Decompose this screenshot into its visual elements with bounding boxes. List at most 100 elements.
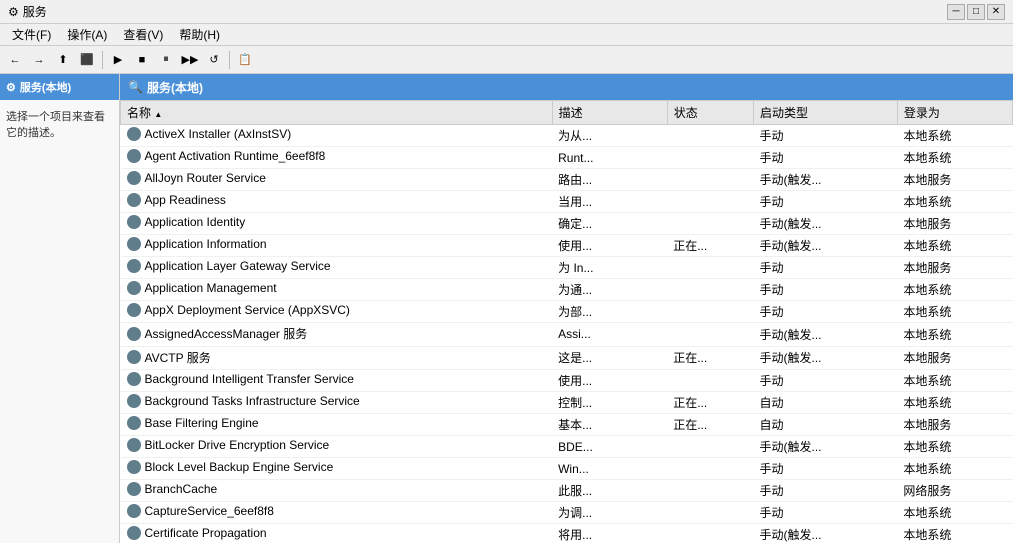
service-startup-cell: 手动 <box>754 502 898 524</box>
col-header-name[interactable]: 名称 ▲ <box>121 101 553 125</box>
service-desc-cell: 为 In... <box>552 257 667 279</box>
services-table-container[interactable]: 名称 ▲ 描述 状态 启动类型 登录为 ActiveX Installer (A… <box>120 100 1013 543</box>
service-status-cell <box>667 524 753 543</box>
service-login-cell: 本地系统 <box>897 301 1012 323</box>
up-button[interactable]: ⬆ <box>52 49 74 71</box>
show-hide-button[interactable]: ⬛ <box>76 49 98 71</box>
service-startup-cell: 手动(触发... <box>754 346 898 370</box>
service-desc-cell: 控制... <box>552 392 667 414</box>
service-status-cell <box>667 458 753 480</box>
properties-button[interactable]: 📋 <box>234 49 256 71</box>
service-icon <box>127 171 141 185</box>
service-login-cell: 本地系统 <box>897 436 1012 458</box>
service-status-cell <box>667 436 753 458</box>
service-name-cell: AVCTP 服务 <box>121 346 553 370</box>
table-row[interactable]: Block Level Backup Engine ServiceWin...手… <box>121 458 1013 480</box>
table-row[interactable]: Application Information使用...正在...手动(触发..… <box>121 235 1013 257</box>
table-row[interactable]: Background Tasks Infrastructure Service控… <box>121 392 1013 414</box>
service-startup-cell: 手动 <box>754 480 898 502</box>
maximize-button[interactable]: □ <box>967 4 985 20</box>
service-startup-cell: 手动(触发... <box>754 169 898 191</box>
col-header-login[interactable]: 登录为 <box>897 101 1012 125</box>
service-desc-cell: 这是... <box>552 346 667 370</box>
service-desc-cell: 此服... <box>552 480 667 502</box>
table-row[interactable]: CaptureService_6eef8f8为调...手动本地系统 <box>121 502 1013 524</box>
menu-action[interactable]: 操作(A) <box>59 24 115 45</box>
table-row[interactable]: AllJoyn Router Service路由...手动(触发...本地服务 <box>121 169 1013 191</box>
service-status-cell <box>667 213 753 235</box>
sidebar-title: 服务(本地) <box>20 79 71 95</box>
stop-service-button[interactable]: ■ <box>131 49 153 71</box>
forward-button[interactable]: → <box>28 49 50 71</box>
services-table: 名称 ▲ 描述 状态 启动类型 登录为 ActiveX Installer (A… <box>120 100 1013 543</box>
service-status-cell: 正在... <box>667 392 753 414</box>
service-login-cell: 本地系统 <box>897 458 1012 480</box>
table-row[interactable]: BitLocker Drive Encryption ServiceBDE...… <box>121 436 1013 458</box>
service-icon <box>127 394 141 408</box>
service-name-cell: Agent Activation Runtime_6eef8f8 <box>121 147 553 169</box>
service-login-cell: 本地服务 <box>897 257 1012 279</box>
table-row[interactable]: Application Management为通...手动本地系统 <box>121 279 1013 301</box>
service-login-cell: 本地系统 <box>897 323 1012 347</box>
service-login-cell: 本地系统 <box>897 235 1012 257</box>
pause-service-button[interactable]: ⏸ <box>155 49 177 71</box>
minimize-button[interactable]: ─ <box>947 4 965 20</box>
table-row[interactable]: App Readiness当用...手动本地系统 <box>121 191 1013 213</box>
sidebar-header: ⚙ 服务(本地) <box>0 74 119 100</box>
service-name-cell: Application Identity <box>121 213 553 235</box>
service-status-cell <box>667 502 753 524</box>
menu-bar: 文件(F) 操作(A) 查看(V) 帮助(H) <box>0 24 1013 46</box>
table-row[interactable]: BranchCache此服...手动网络服务 <box>121 480 1013 502</box>
service-icon <box>127 215 141 229</box>
content-header: 🔍 服务(本地) <box>120 74 1013 100</box>
resume-service-button[interactable]: ▶▶ <box>179 49 201 71</box>
back-button[interactable]: ← <box>4 49 26 71</box>
table-row[interactable]: AppX Deployment Service (AppXSVC)为部...手动… <box>121 301 1013 323</box>
service-startup-cell: 手动 <box>754 191 898 213</box>
close-button[interactable]: ✕ <box>987 4 1005 20</box>
service-name-cell: Base Filtering Engine <box>121 414 553 436</box>
service-desc-cell: 路由... <box>552 169 667 191</box>
table-row[interactable]: Application Identity确定...手动(触发...本地服务 <box>121 213 1013 235</box>
service-status-cell <box>667 370 753 392</box>
service-startup-cell: 手动 <box>754 279 898 301</box>
service-status-cell <box>667 125 753 147</box>
service-icon <box>127 127 141 141</box>
service-startup-cell: 手动 <box>754 125 898 147</box>
title-bar: ⚙ 服务 ─ □ ✕ <box>0 0 1013 24</box>
menu-file[interactable]: 文件(F) <box>4 24 59 45</box>
table-row[interactable]: Certificate Propagation将用...手动(触发...本地系统 <box>121 524 1013 543</box>
menu-help[interactable]: 帮助(H) <box>171 24 228 45</box>
service-desc-cell: Runt... <box>552 147 667 169</box>
service-icon <box>127 350 141 364</box>
table-row[interactable]: Agent Activation Runtime_6eef8f8Runt... 手… <box>121 147 1013 169</box>
table-row[interactable]: Application Layer Gateway Service为 In...… <box>121 257 1013 279</box>
service-status-cell <box>667 323 753 347</box>
service-login-cell: 本地系统 <box>897 370 1012 392</box>
window-icon: ⚙ <box>8 5 19 19</box>
table-row[interactable]: Background Intelligent Transfer Service使… <box>121 370 1013 392</box>
restart-service-button[interactable]: ↺ <box>203 49 225 71</box>
table-row[interactable]: Base Filtering Engine基本...正在...自动本地服务 <box>121 414 1013 436</box>
col-header-status[interactable]: 状态 <box>667 101 753 125</box>
start-service-button[interactable]: ▶ <box>107 49 129 71</box>
main-area: ⚙ 服务(本地) 选择一个项目来查看它的描述。 🔍 服务(本地) 名称 ▲ 描述… <box>0 74 1013 543</box>
service-icon <box>127 504 141 518</box>
service-name-cell: Application Layer Gateway Service <box>121 257 553 279</box>
col-header-desc[interactable]: 描述 <box>552 101 667 125</box>
separator-2 <box>229 51 230 69</box>
col-header-startup[interactable]: 启动类型 <box>754 101 898 125</box>
service-login-cell: 本地系统 <box>897 524 1012 543</box>
service-desc-cell: 为通... <box>552 279 667 301</box>
service-icon <box>127 526 141 540</box>
menu-view[interactable]: 查看(V) <box>115 24 171 45</box>
sidebar: ⚙ 服务(本地) 选择一个项目来查看它的描述。 <box>0 74 120 543</box>
table-row[interactable]: ActiveX Installer (AxInstSV)为从...手动本地系统 <box>121 125 1013 147</box>
table-row[interactable]: AVCTP 服务这是...正在...手动(触发...本地服务 <box>121 346 1013 370</box>
service-name-cell: CaptureService_6eef8f8 <box>121 502 553 524</box>
service-startup-cell: 手动 <box>754 257 898 279</box>
table-row[interactable]: AssignedAccessManager 服务Assi...手动(触发...本… <box>121 323 1013 347</box>
service-startup-cell: 手动 <box>754 147 898 169</box>
service-login-cell: 本地系统 <box>897 125 1012 147</box>
service-desc-cell: 将用... <box>552 524 667 543</box>
